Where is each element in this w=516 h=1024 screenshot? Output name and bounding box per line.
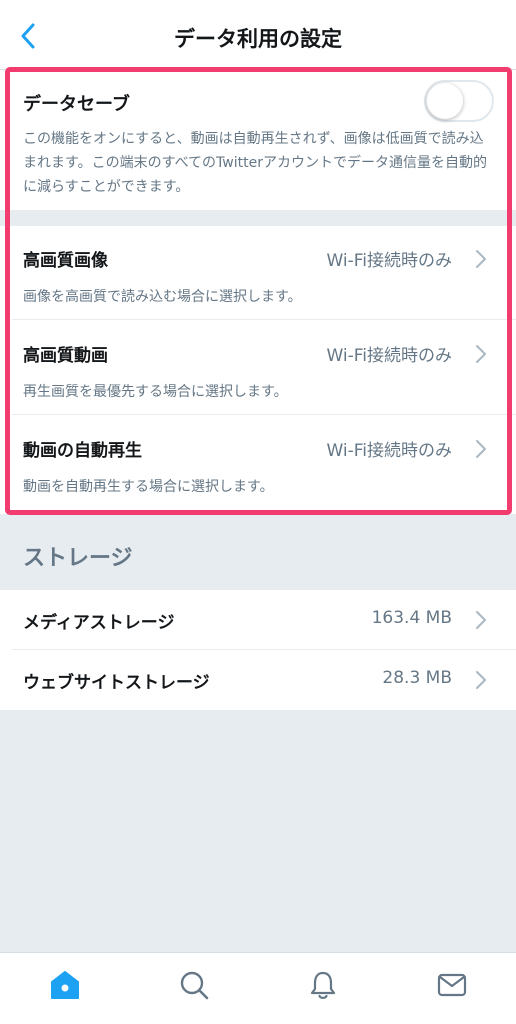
setting-row-high-quality-video[interactable]: 高画質動画 Wi-Fi接続時のみ 再生画質を最優先する場合に選択します。 bbox=[0, 321, 516, 415]
setting-value: Wi-Fi接続時のみ bbox=[326, 251, 452, 271]
search-icon bbox=[180, 971, 209, 1000]
section-gap bbox=[0, 210, 516, 226]
tab-home[interactable] bbox=[47, 967, 83, 1003]
toggle-knob bbox=[427, 83, 463, 119]
chevron-right-icon bbox=[476, 250, 486, 268]
setting-label: 高画質画像 bbox=[23, 251, 108, 271]
tab-bar bbox=[0, 952, 516, 1024]
storage-value: 163.4 MB bbox=[371, 608, 452, 628]
storage-row-media[interactable]: メディアストレージ 163.4 MB bbox=[0, 590, 516, 650]
home-icon bbox=[51, 971, 79, 999]
tab-notifications[interactable] bbox=[305, 967, 341, 1003]
data-saver-section: データセーブ この機能をオンにすると、動画は自動再生されず、画像は低画質で読み込… bbox=[0, 70, 516, 208]
chevron-right-icon bbox=[476, 345, 486, 363]
data-settings-group: データセーブ この機能をオンにすると、動画は自動再生されず、画像は低画質で読み込… bbox=[0, 70, 516, 514]
data-saver-toggle[interactable] bbox=[424, 80, 494, 122]
storage-heading: ストレージ bbox=[23, 546, 133, 571]
setting-row-video-autoplay[interactable]: 動画の自動再生 Wi-Fi接続時のみ 動画を自動再生する場合に選択します。 bbox=[0, 416, 516, 510]
setting-label: 動画の自動再生 bbox=[23, 441, 142, 461]
setting-description: 再生画質を最優先する場合に選択します。 bbox=[23, 384, 288, 400]
mail-icon bbox=[437, 973, 467, 997]
chevron-right-icon bbox=[476, 440, 486, 458]
storage-label: ウェブサイトストレージ bbox=[23, 673, 210, 693]
row-divider bbox=[12, 319, 516, 320]
storage-row-website[interactable]: ウェブサイトストレージ 28.3 MB bbox=[0, 650, 516, 710]
page-title: データ利用の設定 bbox=[174, 27, 342, 51]
bell-icon bbox=[310, 971, 336, 999]
chevron-right-icon bbox=[476, 611, 486, 629]
tab-messages[interactable] bbox=[434, 967, 470, 1003]
tab-search[interactable] bbox=[176, 967, 212, 1003]
storage-value: 28.3 MB bbox=[382, 668, 452, 688]
setting-value: Wi-Fi接続時のみ bbox=[326, 441, 452, 461]
setting-value: Wi-Fi接続時のみ bbox=[326, 346, 452, 366]
setting-row-high-quality-images[interactable]: 高画質画像 Wi-Fi接続時のみ 画像を高画質で読み込む場合に選択します。 bbox=[0, 226, 516, 320]
setting-description: 動画を自動再生する場合に選択します。 bbox=[23, 479, 274, 495]
data-saver-description: この機能をオンにすると、動画は自動再生されず、画像は低画質で読み込まれます。この… bbox=[23, 131, 487, 195]
screen: データ利用の設定 データセーブ この機能をオンにすると、動画は自動再生されず、画… bbox=[0, 0, 516, 1024]
chevron-right-icon bbox=[476, 671, 486, 689]
storage-label: メディアストレージ bbox=[23, 613, 175, 633]
data-saver-label: データセーブ bbox=[23, 94, 130, 115]
nav-header: データ利用の設定 bbox=[0, 0, 516, 70]
setting-label: 高画質動画 bbox=[23, 346, 108, 366]
row-divider bbox=[12, 414, 516, 415]
setting-description: 画像を高画質で読み込む場合に選択します。 bbox=[23, 289, 302, 305]
